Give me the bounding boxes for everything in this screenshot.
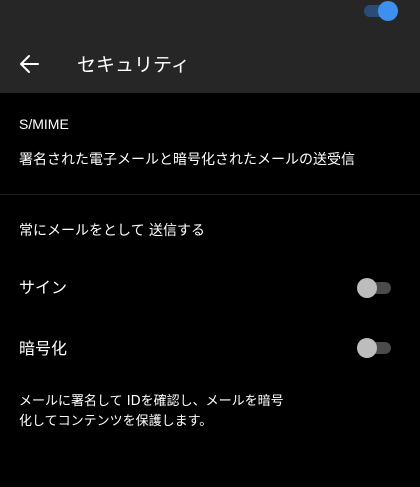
sign-toggle-thumb xyxy=(357,278,377,298)
encrypt-label: 暗号化 xyxy=(19,339,68,358)
footnote-text: メールに署名して IDを確認し、メールを暗号化してコンテンツを保護します。 xyxy=(19,394,284,429)
arrow-left-icon xyxy=(20,55,39,73)
smime-toggle-thumb xyxy=(378,1,398,21)
page-title: セキュリティ xyxy=(77,54,190,76)
smime-toggle[interactable] xyxy=(364,0,398,22)
encrypt-toggle-thumb xyxy=(357,338,377,358)
encrypt-toggle[interactable] xyxy=(357,337,391,359)
smime-description: 署名された電子メールと暗号化されたメールの送受信 xyxy=(19,152,355,168)
section-divider xyxy=(0,194,420,195)
smime-label: S/MIME xyxy=(19,116,69,132)
always-send-label: 常にメールをとして 送信する xyxy=(19,223,206,239)
sign-toggle[interactable] xyxy=(357,277,391,299)
sign-label: サイン xyxy=(19,278,68,297)
app-header: セキュリティ xyxy=(0,0,420,93)
back-button[interactable] xyxy=(16,50,44,78)
